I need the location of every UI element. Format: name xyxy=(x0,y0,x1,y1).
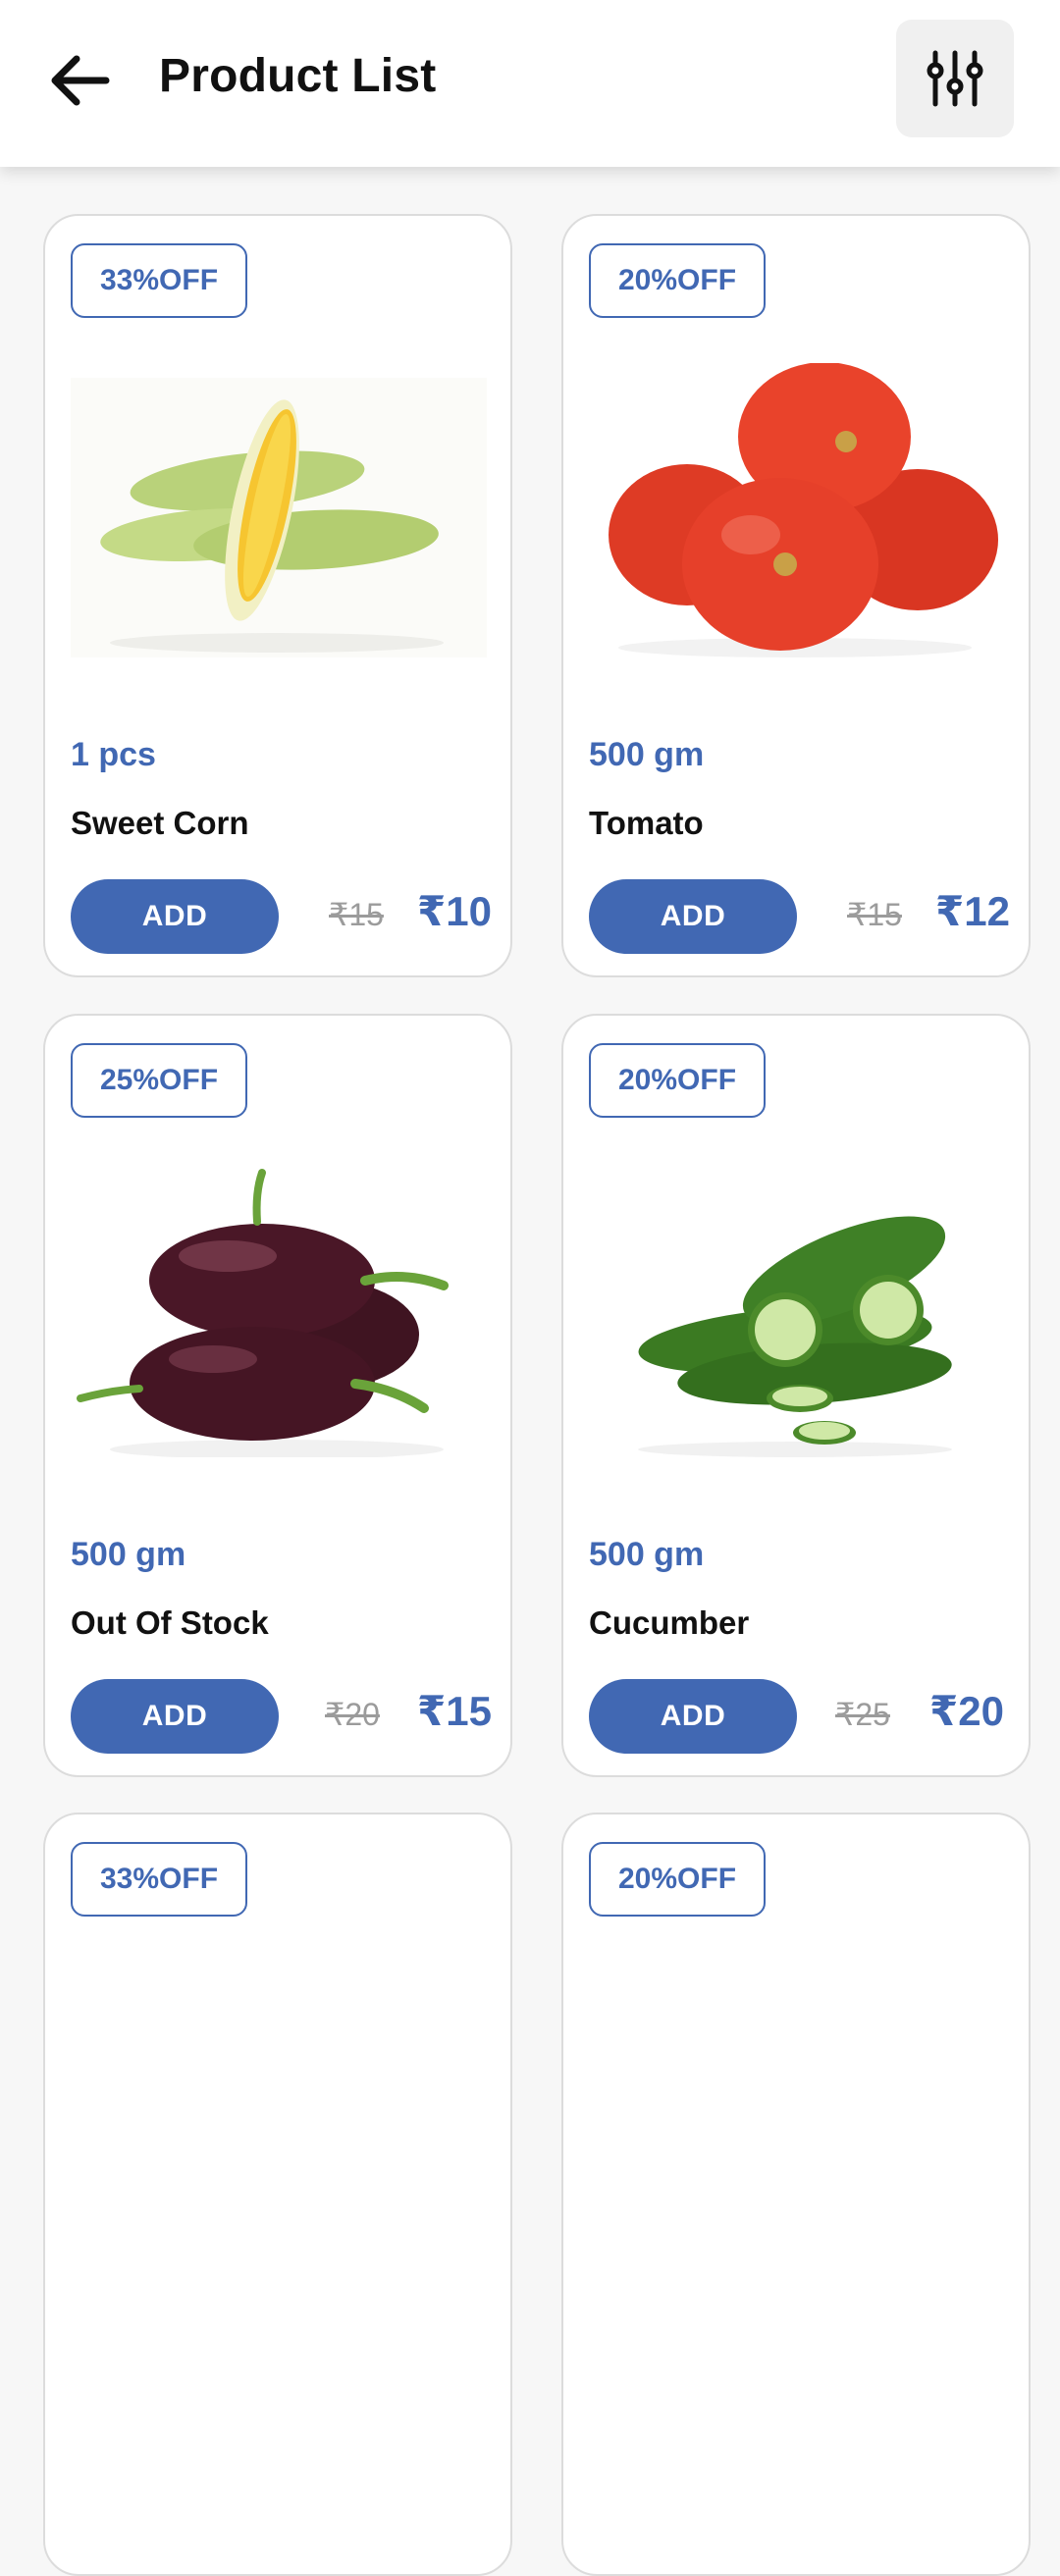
discounted-price: ₹20 xyxy=(929,1688,1004,1734)
sweet-corn-image xyxy=(71,378,487,657)
product-image xyxy=(589,1163,1005,1457)
cucumber-image xyxy=(638,1216,952,1457)
product-name: Cucumber xyxy=(589,1604,750,1641)
add-button[interactable]: ADD xyxy=(71,1679,279,1754)
original-price: ₹20 xyxy=(325,1697,380,1732)
eggplant-image xyxy=(77,1169,449,1459)
product-image xyxy=(71,1163,487,1459)
product-grid: 33%OFF 1 pcs Sweet Corn ADD ₹15 ₹10 20%O… xyxy=(0,0,1060,2576)
discount-badge: 33%OFF xyxy=(71,243,248,318)
product-card[interactable]: 20%OFF 500 gm Cucumber ADD ₹25 ₹20 xyxy=(561,1014,1031,1777)
add-button[interactable]: ADD xyxy=(589,879,797,954)
product-quantity: 500 gm xyxy=(71,1536,186,1573)
product-name: Sweet Corn xyxy=(71,805,249,841)
discount-badge: 20%OFF xyxy=(589,1043,767,1118)
product-image xyxy=(589,362,1005,657)
product-card[interactable]: 20%OFF 500 gm Tomato ADD ₹15 ₹12 xyxy=(561,214,1031,977)
discount-badge: 20%OFF xyxy=(589,243,767,318)
product-image xyxy=(71,363,487,657)
discounted-price: ₹15 xyxy=(417,1688,492,1734)
discount-badge: 25%OFF xyxy=(71,1043,248,1118)
product-quantity: 1 pcs xyxy=(71,736,156,773)
tomato-image xyxy=(609,362,998,657)
product-card[interactable]: 25%OFF 500 gm Out Of Stock ADD ₹20 ₹15 xyxy=(43,1014,512,1777)
product-quantity: 500 gm xyxy=(589,1536,705,1573)
app-header: Product List xyxy=(0,0,1060,167)
product-card[interactable]: 33%OFF xyxy=(43,1813,512,2576)
sliders-icon xyxy=(927,50,983,107)
product-name: Tomato xyxy=(589,805,704,841)
discount-badge: 20%OFF xyxy=(589,1842,767,1917)
discounted-price: ₹10 xyxy=(417,888,492,934)
product-quantity: 500 gm xyxy=(589,736,705,773)
original-price: ₹15 xyxy=(847,897,902,932)
discount-badge: 33%OFF xyxy=(71,1842,248,1917)
add-button[interactable]: ADD xyxy=(589,1679,797,1754)
discounted-price: ₹12 xyxy=(935,888,1010,934)
filter-button[interactable] xyxy=(896,20,1014,137)
product-name: Out Of Stock xyxy=(71,1604,269,1641)
page-title: Product List xyxy=(159,50,437,102)
product-card[interactable]: 33%OFF 1 pcs Sweet Corn ADD ₹15 ₹10 xyxy=(43,214,512,977)
product-card[interactable]: 20%OFF xyxy=(561,1813,1031,2576)
arrow-left-icon xyxy=(51,55,110,106)
back-button[interactable] xyxy=(43,45,114,116)
original-price: ₹25 xyxy=(835,1697,890,1732)
add-button[interactable]: ADD xyxy=(71,879,279,954)
original-price: ₹15 xyxy=(329,897,384,932)
